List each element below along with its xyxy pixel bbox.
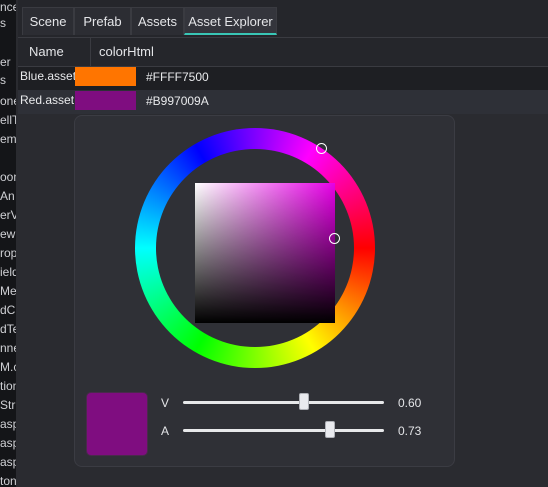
color-hex-value: #FFFF7500 bbox=[146, 70, 209, 84]
column-resize-handle[interactable] bbox=[90, 38, 91, 66]
hierarchy-item[interactable]: er bbox=[0, 55, 16, 69]
hierarchy-item[interactable]: An bbox=[0, 189, 16, 203]
hierarchy-item[interactable]: Men bbox=[0, 284, 16, 298]
hierarchy-item[interactable]: dTe bbox=[0, 322, 16, 336]
slider-label-a: A bbox=[161, 424, 170, 438]
tab-bar: Scene Prefab Assets Asset Explorer bbox=[18, 0, 548, 38]
sv-handle[interactable] bbox=[329, 233, 340, 244]
hierarchy-item[interactable]: ew bbox=[0, 227, 16, 241]
hierarchy-item[interactable]: erVi bbox=[0, 208, 16, 222]
slider-value-v: 0.60 bbox=[398, 396, 422, 410]
column-header-colorhtml[interactable]: colorHtml bbox=[99, 38, 154, 66]
hierarchy-item[interactable]: tion bbox=[0, 379, 16, 393]
slider-track-v[interactable] bbox=[183, 401, 384, 404]
slider-thumb-a[interactable] bbox=[324, 421, 335, 438]
hierarchy-item[interactable]: one bbox=[0, 94, 16, 108]
hierarchy-item[interactable]: Stri bbox=[0, 398, 16, 412]
hierarchy-item[interactable]: M.c bbox=[0, 360, 16, 374]
hierarchy-item[interactable]: ton bbox=[0, 474, 16, 487]
hierarchy-item[interactable]: asp bbox=[0, 455, 16, 469]
hierarchy-item[interactable]: ellT bbox=[0, 113, 16, 127]
saturation-value-square[interactable] bbox=[195, 183, 335, 323]
hierarchy-panel: nce s er s one ellT em oon An erVi ew ro… bbox=[0, 0, 16, 487]
tab-scene[interactable]: Scene bbox=[22, 7, 74, 35]
tab-assets[interactable]: Assets bbox=[131, 7, 184, 35]
hierarchy-item[interactable]: asp bbox=[0, 417, 16, 431]
slider-value-a: 0.73 bbox=[398, 424, 422, 438]
hierarchy-item[interactable]: asp bbox=[0, 436, 16, 450]
hierarchy-item[interactable]: dC bbox=[0, 303, 16, 317]
hierarchy-item[interactable]: ield bbox=[0, 265, 16, 279]
tab-asset-explorer[interactable]: Asset Explorer bbox=[184, 7, 277, 35]
hierarchy-item[interactable]: oon bbox=[0, 170, 16, 184]
hierarchy-item[interactable]: nne bbox=[0, 341, 16, 355]
color-swatch[interactable] bbox=[75, 91, 136, 110]
asset-name: Blue.asset bbox=[20, 69, 77, 83]
table-row[interactable]: Blue.asset #FFFF7500 bbox=[18, 66, 548, 90]
color-preview bbox=[86, 392, 148, 456]
column-header-name[interactable]: Name bbox=[29, 38, 64, 66]
table-header: Name colorHtml bbox=[18, 38, 548, 67]
table-row[interactable]: Red.asset #B997009A bbox=[18, 90, 548, 114]
tab-prefab[interactable]: Prefab bbox=[74, 7, 131, 35]
color-swatch[interactable] bbox=[75, 67, 136, 86]
hierarchy-item[interactable]: rop bbox=[0, 246, 16, 260]
slider-label-v: V bbox=[161, 396, 170, 410]
hierarchy-item[interactable]: nce bbox=[0, 0, 16, 14]
hierarchy-item[interactable]: s bbox=[0, 73, 16, 87]
hierarchy-item[interactable]: s bbox=[0, 16, 16, 30]
hue-handle[interactable] bbox=[316, 143, 327, 154]
slider-thumb-v[interactable] bbox=[298, 393, 309, 410]
hierarchy-item[interactable]: em bbox=[0, 132, 16, 146]
color-hex-value: #B997009A bbox=[146, 94, 209, 108]
asset-name: Red.asset bbox=[20, 93, 75, 107]
slider-track-a[interactable] bbox=[183, 429, 384, 432]
